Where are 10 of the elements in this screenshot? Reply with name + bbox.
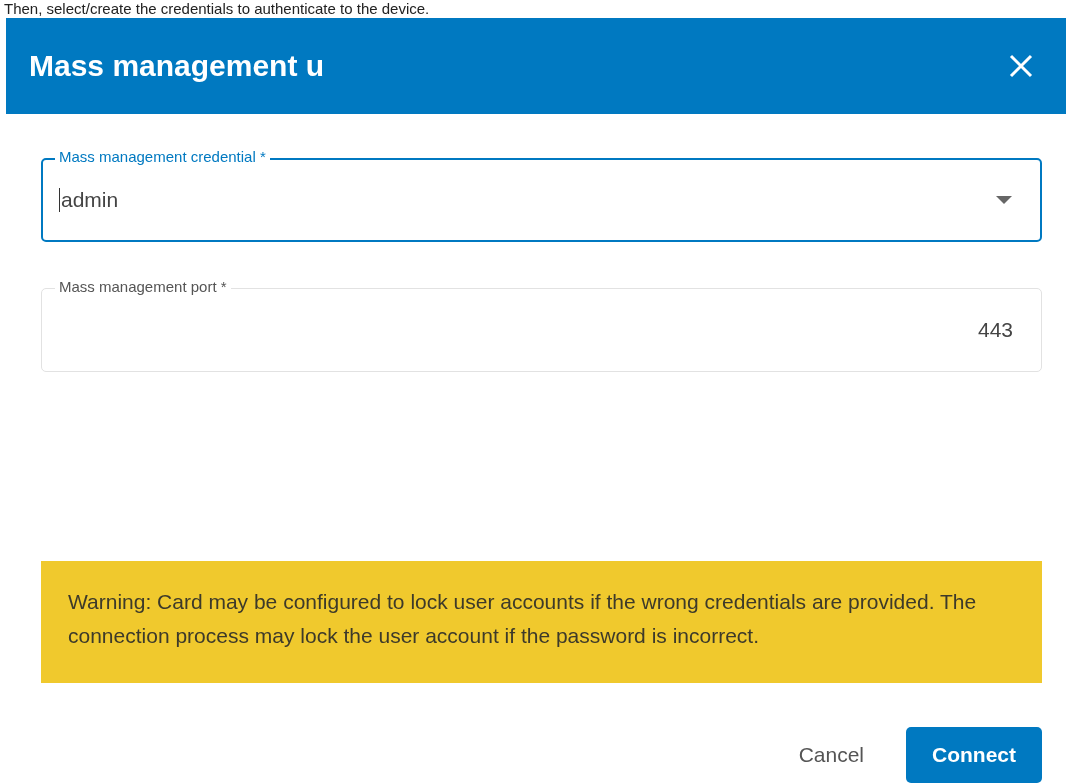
field-value: 443 [976,318,1013,342]
cancel-button[interactable]: Cancel [794,727,868,783]
dropdown-caret-icon [996,196,1012,204]
warning-message: Warning: Card may be configured to lock user accounts if the wrong credentials are provided. The connection process may lock the user account if the password is incorrect. [41,561,1042,683]
instruction-text: Then, select/create the credentials to authenticate to the device. [3,0,431,18]
dialog-title: Mass management u [29,49,325,83]
connect-button[interactable]: Connect [906,727,1042,783]
close-icon [1008,53,1034,79]
field-value: admin [59,188,996,212]
field-label: Mass management credential * [55,148,270,166]
